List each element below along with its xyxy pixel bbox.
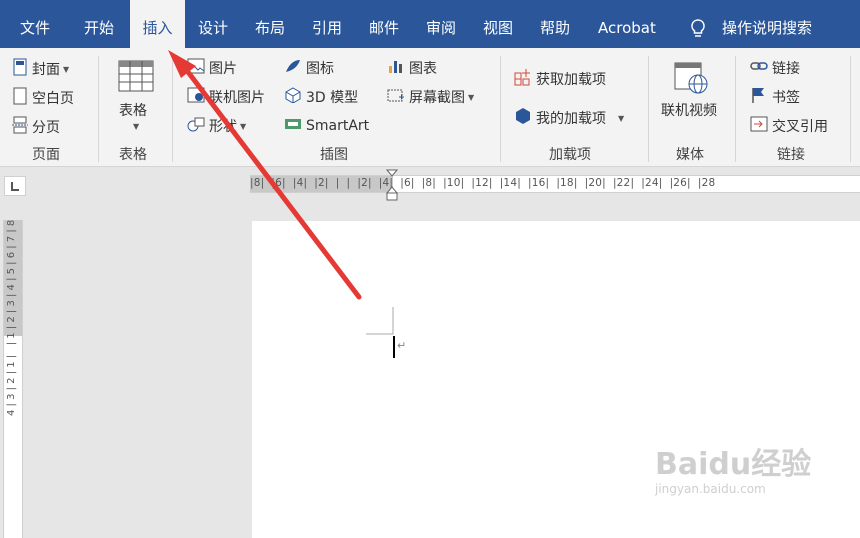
watermark-url: jingyan.baidu.com bbox=[655, 482, 766, 496]
baidu-watermark: Baidu经验 jingyan.baidu.com bbox=[655, 447, 812, 497]
watermark-brand: Baidu经验 bbox=[655, 447, 812, 482]
